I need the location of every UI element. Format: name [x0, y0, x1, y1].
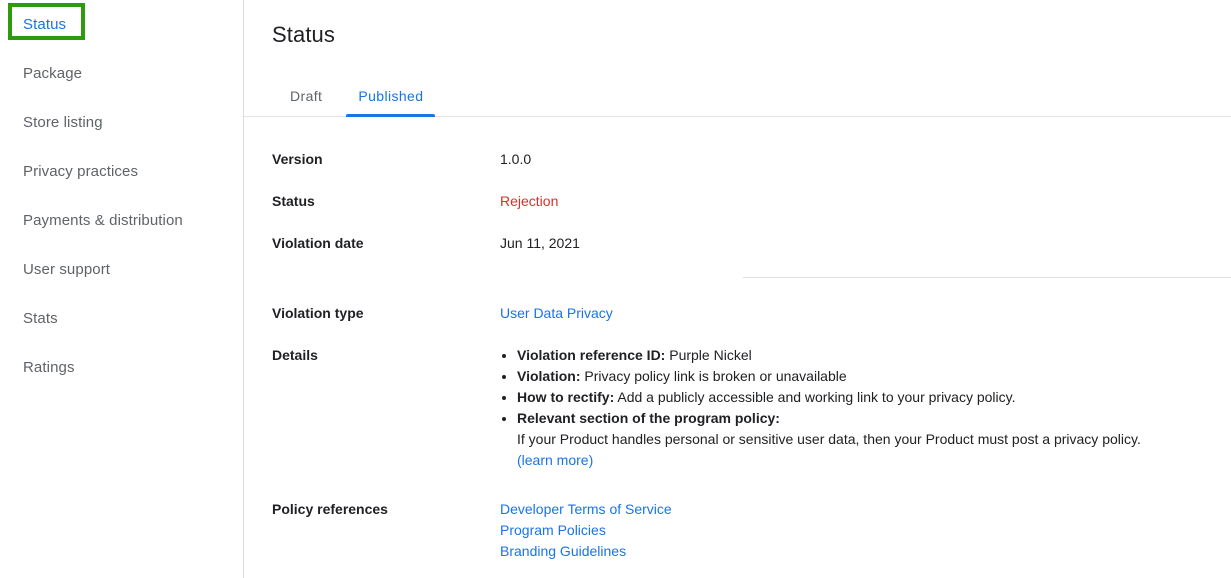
sidebar-item-label: Package — [23, 65, 83, 82]
bullet-term: Violation reference ID: — [517, 347, 666, 363]
status-details: Version 1.0.0 Status Rejection Violation… — [244, 149, 1231, 562]
bullet-text: Purple Nickel — [665, 347, 752, 363]
details-value: Violation reference ID: Purple Nickel Vi… — [500, 345, 1231, 471]
row-status: Status Rejection — [244, 191, 1231, 211]
policy-link-branding-guidelines[interactable]: Branding Guidelines — [500, 541, 1227, 562]
app-root: Status Package Store listing Privacy pra… — [0, 0, 1231, 578]
row-policy-references: Policy references Developer Terms of Ser… — [244, 499, 1231, 562]
sidebar-item-label: Privacy practices — [23, 163, 139, 180]
sidebar: Status Package Store listing Privacy pra… — [0, 0, 244, 578]
bullet-term: Relevant section of the program policy: — [517, 410, 780, 426]
sidebar-item-payments-distribution[interactable]: Payments & distribution — [0, 196, 243, 245]
sidebar-item-label: Payments & distribution — [23, 212, 183, 229]
policy-references-value: Developer Terms of Service Program Polic… — [500, 499, 1231, 562]
violation-type-value: User Data Privacy — [500, 303, 1231, 323]
sidebar-item-label: Ratings — [23, 359, 75, 376]
version-value: 1.0.0 — [500, 151, 532, 167]
details-label: Details — [272, 347, 318, 363]
list-item: Violation: Privacy policy link is broken… — [517, 366, 1227, 387]
sidebar-item-label: User support — [23, 261, 111, 278]
violation-date-label: Violation date — [272, 235, 364, 251]
details-bullet-list: Violation reference ID: Purple Nickel Vi… — [500, 345, 1227, 471]
version-label: Version — [272, 151, 323, 167]
row-details: Details Violation reference ID: Purple N… — [244, 345, 1231, 471]
section-divider — [743, 277, 1231, 278]
sidebar-item-label: Store listing — [23, 114, 103, 131]
row-violation-date: Violation date Jun 11, 2021 — [244, 233, 1231, 253]
bullet-text: Privacy policy link is broken or unavail… — [580, 368, 847, 384]
program-policy-text: If your Product handles personal or sens… — [517, 431, 1141, 447]
page-title: Status — [272, 22, 335, 47]
bullet-text: Add a publicly accessible and working li… — [614, 389, 1016, 405]
policy-link-program-policies[interactable]: Program Policies — [500, 520, 1227, 541]
tab-draft[interactable]: Draft — [272, 88, 340, 116]
violation-type-label: Violation type — [272, 305, 364, 321]
status-label: Status — [272, 193, 315, 209]
sidebar-nav-list: Status Package Store listing Privacy pra… — [0, 0, 243, 392]
sidebar-item-user-support[interactable]: User support — [0, 245, 243, 294]
sidebar-item-privacy-practices[interactable]: Privacy practices — [0, 147, 243, 196]
sidebar-item-label: Stats — [23, 310, 58, 327]
policy-reference-links: Developer Terms of Service Program Polic… — [500, 499, 1227, 562]
sidebar-item-stats[interactable]: Stats — [0, 294, 243, 343]
main-content: Status Draft Published Version 1.0.0 Sta… — [244, 0, 1231, 578]
policy-link-developer-terms[interactable]: Developer Terms of Service — [500, 499, 1227, 520]
learn-more-link[interactable]: (learn more) — [517, 450, 1227, 471]
sidebar-item-package[interactable]: Package — [0, 49, 243, 98]
sidebar-item-label: Status — [23, 16, 67, 33]
tab-published[interactable]: Published — [340, 88, 441, 117]
bullet-term: How to rectify: — [517, 389, 615, 405]
sidebar-item-status[interactable]: Status — [0, 0, 243, 49]
row-violation-type: Violation type User Data Privacy — [244, 303, 1231, 323]
list-item: How to rectify: Add a publicly accessibl… — [517, 387, 1227, 408]
violation-type-link[interactable]: User Data Privacy — [500, 305, 613, 321]
sidebar-item-store-listing[interactable]: Store listing — [0, 98, 243, 147]
status-badge: Rejection — [500, 193, 559, 209]
violation-date-value: Jun 11, 2021 — [500, 235, 580, 251]
list-item: Violation reference ID: Purple Nickel — [517, 345, 1227, 366]
policy-references-label: Policy references — [272, 501, 388, 517]
list-item: Relevant section of the program policy: … — [517, 408, 1227, 471]
tab-bar: Draft Published — [244, 72, 1231, 117]
bullet-term: Violation: — [517, 368, 581, 384]
sidebar-item-ratings[interactable]: Ratings — [0, 343, 243, 392]
row-version: Version 1.0.0 — [244, 149, 1231, 169]
